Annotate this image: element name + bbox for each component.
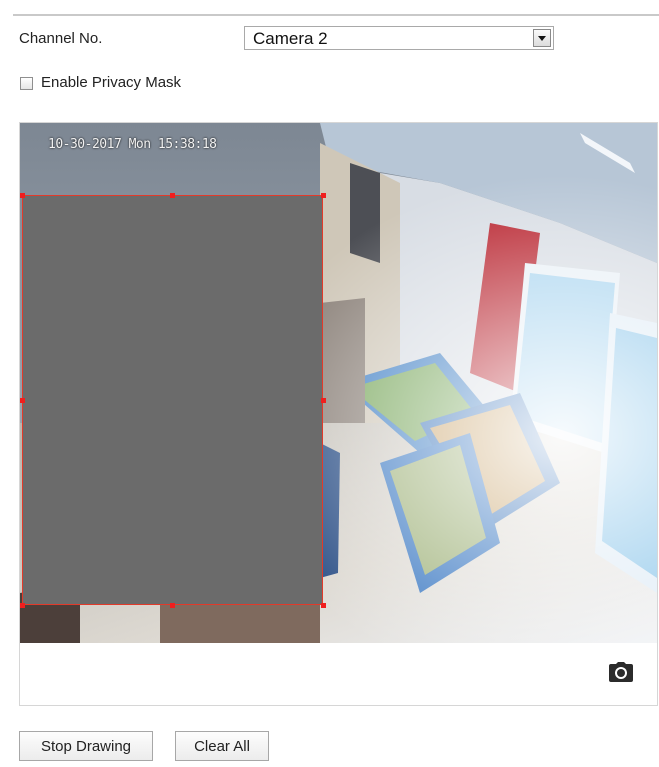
enable-privacy-mask-checkbox[interactable]: [20, 77, 33, 90]
camera-icon[interactable]: [608, 661, 634, 683]
channel-row: Channel No. Camera 2: [19, 26, 579, 52]
enable-privacy-mask-label[interactable]: Enable Privacy Mask: [41, 74, 181, 91]
chevron-down-icon[interactable]: [533, 29, 551, 47]
live-video[interactable]: 10-30-2017 Mon 15:38:18: [20, 123, 657, 643]
clear-all-button[interactable]: Clear All: [175, 731, 269, 761]
mask-handle-bottom-left[interactable]: [20, 603, 25, 608]
channel-select-value: Camera 2: [253, 29, 328, 48]
osd-timestamp: 10-30-2017 Mon 15:38:18: [48, 137, 217, 152]
mask-handle-top-right[interactable]: [321, 193, 326, 198]
top-divider: [13, 14, 659, 16]
mask-handle-middle-left[interactable]: [20, 398, 25, 403]
privacy-mask-area[interactable]: [22, 195, 323, 605]
stop-drawing-button[interactable]: Stop Drawing: [19, 731, 153, 761]
mask-handle-middle-right[interactable]: [321, 398, 326, 403]
channel-label: Channel No.: [19, 30, 103, 47]
mask-handle-bottom-right[interactable]: [321, 603, 326, 608]
video-panel: 10-30-2017 Mon 15:38:18: [19, 122, 658, 706]
mask-handle-bottom-middle[interactable]: [170, 603, 175, 608]
privacy-mask-row: Enable Privacy Mask: [19, 74, 319, 94]
mask-handle-top-middle[interactable]: [170, 193, 175, 198]
channel-select[interactable]: Camera 2: [244, 26, 554, 50]
mask-handle-top-left[interactable]: [20, 193, 25, 198]
